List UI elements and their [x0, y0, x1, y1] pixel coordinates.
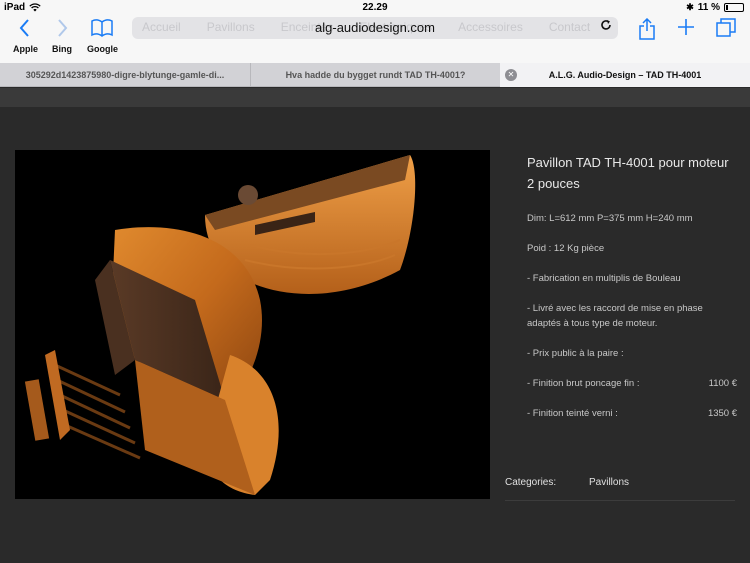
product-title: Pavillon TAD TH-4001 pour moteur 2 pouce… — [527, 155, 729, 191]
price-row-raw: - Finition brut poncage fin : 1100 € — [527, 376, 737, 391]
tab-item[interactable]: 305292d1423875980-digre-blytunge-gamle-d… — [0, 63, 250, 87]
browser-toolbar: Accueil Pavillons Enceintes Electronique… — [0, 16, 750, 63]
divider — [505, 500, 735, 501]
price-label: - Finition teinté verni : — [527, 408, 618, 419]
reload-icon[interactable] — [600, 19, 612, 35]
product-delivery: - Livré avec les raccord de mise en phas… — [527, 303, 703, 329]
battery-icon — [724, 3, 744, 12]
price-label: - Finition brut poncage fin : — [527, 378, 640, 389]
tab-item[interactable]: Hva hadde du bygget rundt TAD TH-4001? — [251, 63, 500, 87]
tab-bar: 305292d1423875980-digre-blytunge-gamle-d… — [0, 63, 750, 87]
bluetooth-icon: ✱ — [686, 2, 694, 12]
product-fabrication: - Fabrication en multiplis de Bouleau — [527, 273, 681, 284]
chevron-right-icon[interactable] — [57, 18, 69, 42]
site-header-bar — [0, 88, 750, 107]
category-link[interactable]: Pavillons — [589, 477, 629, 488]
url-text[interactable]: alg-audiodesign.com — [132, 20, 618, 35]
product-image — [15, 150, 490, 499]
favorite-apple[interactable]: Apple — [13, 44, 38, 54]
product-categories: Categories: Pavillons — [505, 477, 735, 488]
status-right: ✱ 11 % — [686, 2, 744, 13]
product-price-pair: - Prix public à la paire : — [527, 348, 624, 359]
product-dimensions: Dim: L=612 mm P=375 mm H=240 mm — [527, 213, 693, 224]
product-weight: Poid : 12 Kg pièce — [527, 243, 605, 254]
price-value: 1100 € — [708, 378, 737, 389]
share-icon[interactable] — [638, 17, 656, 44]
clock: 22.29 — [362, 2, 388, 13]
categories-label: Categories: — [505, 477, 557, 488]
battery-percent: 11 % — [697, 2, 720, 13]
address-bar[interactable]: Accueil Pavillons Enceintes Electronique… — [132, 17, 618, 39]
favorites-bar: Apple Bing Google — [0, 44, 118, 54]
product-info: Pavillon TAD TH-4001 pour moteur 2 pouce… — [527, 152, 737, 436]
battery-fill — [726, 5, 728, 10]
status-bar: iPad 22.29 ✱ 11 % — [0, 0, 750, 16]
book-icon[interactable] — [91, 18, 113, 42]
chevron-left-icon[interactable] — [18, 18, 30, 42]
favorite-google[interactable]: Google — [87, 44, 118, 54]
price-row-tinted: - Finition teinté verni : 1350 € — [527, 406, 737, 421]
tabs-icon[interactable] — [716, 18, 736, 42]
tab-item-active[interactable]: A.L.G. Audio-Design – TAD TH-4001 — [500, 63, 750, 87]
favorite-bing[interactable]: Bing — [52, 44, 72, 54]
horn-illustration — [24, 155, 416, 495]
close-icon[interactable]: ✕ — [505, 69, 517, 81]
plus-icon[interactable] — [677, 18, 695, 40]
price-value: 1350 € — [707, 408, 737, 419]
